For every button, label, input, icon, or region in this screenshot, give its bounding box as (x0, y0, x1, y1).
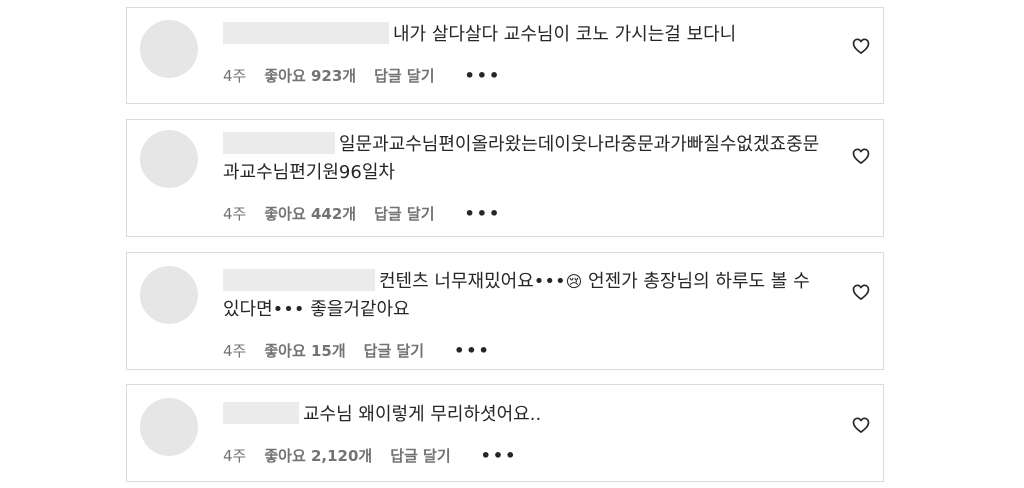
heart-outline-icon[interactable] (851, 146, 871, 166)
comment-meta: 4주 좋아요 923개 답글 달기 ••• (223, 65, 501, 86)
comment-time[interactable]: 4주 (223, 445, 246, 466)
comment-card: 내가 살다살다 교수님이 코노 가시는걸 보다니 4주 좋아요 923개 답글 … (126, 7, 884, 104)
more-options-icon[interactable]: ••• (465, 66, 502, 85)
like-count[interactable]: 좋아요 2,120개 (264, 445, 372, 466)
comment-time[interactable]: 4주 (223, 203, 246, 224)
avatar[interactable] (140, 130, 198, 188)
heart-outline-icon[interactable] (851, 282, 871, 302)
avatar[interactable] (140, 20, 198, 78)
comment-time[interactable]: 4주 (223, 340, 246, 361)
comment-meta: 4주 좋아요 2,120개 답글 달기 ••• (223, 445, 517, 466)
comment-list: 내가 살다살다 교수님이 코노 가시는걸 보다니 4주 좋아요 923개 답글 … (0, 0, 1024, 488)
comment-text: 내가 살다살다 교수님이 코노 가시는걸 보다니 (393, 24, 737, 45)
more-options-icon[interactable]: ••• (465, 204, 502, 223)
heart-outline-icon[interactable] (851, 36, 871, 56)
like-count[interactable]: 좋아요 442개 (264, 203, 356, 224)
avatar[interactable] (140, 266, 198, 324)
username-redacted[interactable] (223, 132, 335, 154)
username-redacted[interactable] (223, 402, 299, 424)
comment-card: 일문과교수님편이올라왔는데이웃나라중문과가빠질수없겠죠중문과교수님편기원96일차… (126, 119, 884, 237)
reply-button[interactable]: 답글 달기 (374, 65, 434, 86)
comment-text: 교수님 왜이렇게 무리하셧어요.. (303, 404, 542, 425)
like-count[interactable]: 좋아요 15개 (264, 340, 345, 361)
username-redacted[interactable] (223, 269, 375, 291)
more-options-icon[interactable]: ••• (454, 341, 491, 360)
comment-card: 교수님 왜이렇게 무리하셧어요.. 4주 좋아요 2,120개 답글 달기 ••… (126, 384, 884, 482)
comment-meta: 4주 좋아요 15개 답글 달기 ••• (223, 340, 491, 361)
comment-time[interactable]: 4주 (223, 65, 246, 86)
comment-card: 컨텐츠 너무재밌어요•••😢 언젠가 총장님의 하루도 볼 수있다면••• 좋을… (126, 252, 884, 370)
more-options-icon[interactable]: ••• (481, 446, 518, 465)
reply-button[interactable]: 답글 달기 (390, 445, 450, 466)
comment-meta: 4주 좋아요 442개 답글 달기 ••• (223, 203, 501, 224)
username-redacted[interactable] (223, 22, 389, 44)
heart-outline-icon[interactable] (851, 415, 871, 435)
crying-face-emoji: 😢 (565, 272, 583, 291)
reply-button[interactable]: 답글 달기 (374, 203, 434, 224)
comment-body: 내가 살다살다 교수님이 코노 가시는걸 보다니 (223, 21, 825, 49)
comment-body: 일문과교수님편이올라왔는데이웃나라중문과가빠질수없겠죠중문과교수님편기원96일차 (223, 131, 825, 187)
like-count[interactable]: 좋아요 923개 (264, 65, 356, 86)
comment-body: 컨텐츠 너무재밌어요•••😢 언젠가 총장님의 하루도 볼 수있다면••• 좋을… (223, 268, 825, 324)
reply-button[interactable]: 답글 달기 (364, 340, 424, 361)
avatar[interactable] (140, 398, 198, 456)
comment-body: 교수님 왜이렇게 무리하셧어요.. (223, 401, 825, 429)
comment-text: 컨텐츠 너무재밌어요••• (379, 271, 566, 292)
